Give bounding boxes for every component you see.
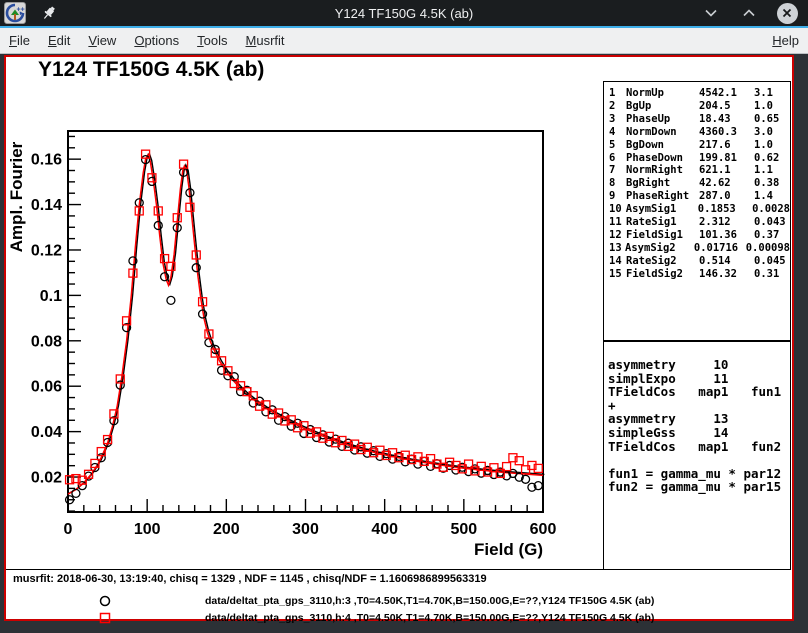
x-tick-label: 500: [450, 521, 477, 538]
x-tick-label: 0: [64, 521, 73, 538]
fit-status-text: musrfit: 2018-06-30, 13:19:40, chisq = 1…: [13, 573, 487, 585]
x-tick-label: 600: [530, 521, 557, 538]
param-row: 6PhaseDown199.810.62: [609, 152, 790, 165]
svg-text:++: ++: [17, 7, 25, 14]
menu-file[interactable]: File: [0, 29, 39, 52]
y-tick-label: 0.16: [31, 152, 62, 169]
y-tick-label: 0.1: [40, 288, 62, 305]
close-icon: [781, 7, 793, 19]
chevron-down-icon: [703, 5, 719, 21]
fit-curve-red: [68, 155, 543, 495]
titlebar[interactable]: ++ Y124 TF150G 4.5K (ab): [0, 0, 808, 26]
menu-view[interactable]: View: [79, 29, 125, 52]
pin-icon[interactable]: [40, 4, 58, 22]
chevron-up-icon: [741, 5, 757, 21]
param-row: 3PhaseUp18.430.65: [609, 113, 790, 126]
x-tick-label: 100: [134, 521, 161, 538]
param-row: 15FieldSig2146.320.31: [609, 268, 790, 281]
theory-box[interactable]: asymmetry 10 simplExpo 11 TFieldCos map1…: [603, 341, 791, 570]
data-point-circle: [167, 296, 175, 304]
y-tick-label: 0.12: [31, 242, 62, 259]
plot-frame: [68, 131, 543, 512]
y-tick-label: 0.02: [31, 470, 62, 487]
param-row: 4NormDown4360.33.0: [609, 126, 790, 139]
root-logo-icon: ++: [4, 2, 26, 24]
fourier-spectrum-chart[interactable]: 0 100 200 300 400 500 600 0.02 0.04 0.06 0.08 0.1 0.…: [6, 57, 603, 569]
param-row: 7NormRight621.11.1: [609, 164, 790, 177]
legend-label: data/deltat_pta_gps_3110,h:3 ,T0=4.50K,T…: [205, 595, 654, 607]
menu-options[interactable]: Options: [125, 29, 188, 52]
x-tick-label: 300: [292, 521, 319, 538]
param-row: 9PhaseRight287.01.4: [609, 190, 790, 203]
param-row: 5BgDown217.61.0: [609, 139, 790, 152]
fit-curve-black: [69, 154, 544, 494]
menu-musrfit[interactable]: Musrfit: [237, 29, 294, 52]
theory-text: asymmetry 10 simplExpo 11 TFieldCos map1…: [608, 358, 790, 494]
root-canvas[interactable]: Y124 TF150G 4.5K (ab) 010020030040050060…: [4, 55, 794, 621]
window-title: Y124 TF150G 4.5K (ab): [0, 6, 808, 21]
param-row: 2BgUp204.51.0: [609, 100, 790, 113]
param-row: 1NormUp4542.13.1: [609, 87, 790, 100]
y-tick-label: 0.14: [31, 197, 62, 214]
y-tick-label: 0.08: [31, 333, 62, 350]
legend-square-marker: [98, 611, 112, 625]
param-row: 14RateSig20.5140.045: [609, 255, 790, 268]
y-tick-label: 0.06: [31, 379, 62, 396]
menubar: FileEditViewOptionsToolsMusrfit Help: [0, 28, 808, 54]
x-tick-label: 400: [371, 521, 398, 538]
legend-entry: data/deltat_pta_gps_3110,h:3 ,T0=4.50K,T…: [6, 593, 786, 609]
app-window: ++ Y124 TF150G 4.5K (ab): [0, 0, 808, 633]
data-point-circle: [72, 489, 80, 497]
param-row: 12FieldSig1101.360.37: [609, 229, 790, 242]
x-axis-title: Field (G): [474, 540, 543, 559]
y-axis-title: Ampl. Fourier: [7, 141, 26, 252]
maximize-button[interactable]: [738, 2, 760, 24]
data-point-circle: [205, 339, 213, 347]
param-row: 11RateSig12.3120.043: [609, 216, 790, 229]
fit-parameter-box[interactable]: 1NormUp4542.13.12BgUp204.51.03PhaseUp18.…: [603, 81, 791, 341]
pad-separator: [6, 569, 604, 570]
legend-circle-marker: [98, 594, 112, 608]
menu-help[interactable]: Help: [763, 29, 808, 52]
param-row: 13AsymSig20.017160.00098: [609, 242, 790, 255]
y-tick-label: 0.04: [31, 424, 62, 441]
x-tick-label: 200: [213, 521, 240, 538]
param-row: 10AsymSig10.18530.0028: [609, 203, 790, 216]
close-button[interactable]: [776, 2, 798, 24]
menu-edit[interactable]: Edit: [39, 29, 79, 52]
menu-tools[interactable]: Tools: [188, 29, 236, 52]
minimize-button[interactable]: [700, 2, 722, 24]
param-row: 8BgRight42.620.38: [609, 177, 790, 190]
legend-entry: data/deltat_pta_gps_3110,h:4 ,T0=4.50K,T…: [6, 610, 786, 626]
legend-label: data/deltat_pta_gps_3110,h:4 ,T0=4.50K,T…: [205, 612, 654, 624]
